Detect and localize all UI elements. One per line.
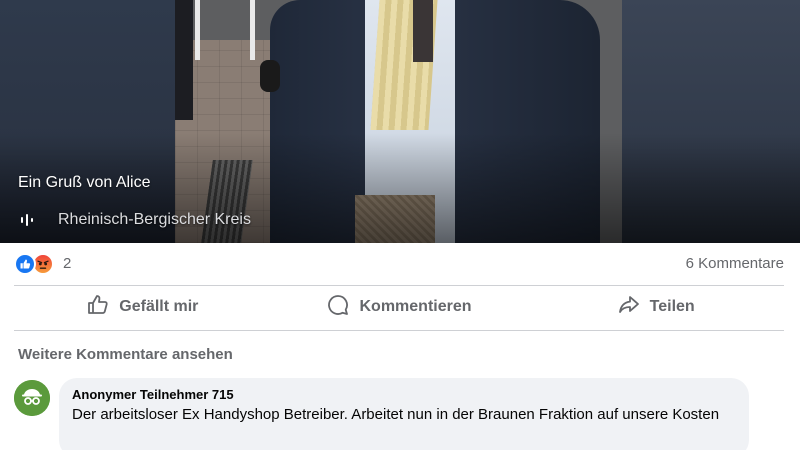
view-more-comments-link[interactable]: Weitere Kommentare ansehen xyxy=(18,346,233,363)
comment-text: Der arbeitsloser Ex Handyshop Betreiber.… xyxy=(72,406,720,423)
like-icon[interactable] xyxy=(14,253,36,275)
comment-bubble-icon xyxy=(326,293,350,322)
scene-tie xyxy=(413,0,433,62)
like-button-label: Gefällt mir xyxy=(119,298,199,315)
location-label[interactable]: Rheinisch-Bergischer Kreis xyxy=(58,211,251,229)
post-actions: Gefällt mir Kommentieren Teilen xyxy=(14,285,784,329)
video-player[interactable]: Ein Gruß von Alice Rheinisch-Bergischer … xyxy=(0,0,800,243)
like-button[interactable]: Gefällt mir xyxy=(14,285,271,329)
thumbs-up-icon xyxy=(86,293,110,322)
scene-person-left xyxy=(175,0,193,120)
reaction-count[interactable]: 2 xyxy=(63,255,71,272)
reactions-row: 2 6 Kommentare xyxy=(0,243,800,285)
audio-waveform-icon[interactable] xyxy=(18,211,36,229)
share-arrow-icon xyxy=(617,293,641,322)
comment-author[interactable]: Anonymer Teilnehmer 715 xyxy=(72,387,737,402)
video-caption: Ein Gruß von Alice xyxy=(18,174,151,191)
comment-button-label: Kommentieren xyxy=(359,298,472,315)
video-location: Rheinisch-Bergischer Kreis xyxy=(18,210,251,230)
reaction-icons[interactable] xyxy=(14,253,54,275)
share-button[interactable]: Teilen xyxy=(527,285,784,329)
comment-bubble: Anonymer Teilnehmer 715 Der arbeitsloser… xyxy=(59,378,749,450)
scene-chair xyxy=(195,0,255,60)
scene-glove xyxy=(260,60,280,92)
comment-count[interactable]: 6 Kommentare xyxy=(686,255,784,272)
anonymous-user-icon[interactable] xyxy=(14,380,50,416)
share-button-label: Teilen xyxy=(649,298,695,315)
divider-bottom xyxy=(14,330,784,331)
comment-button[interactable]: Kommentieren xyxy=(271,285,528,329)
